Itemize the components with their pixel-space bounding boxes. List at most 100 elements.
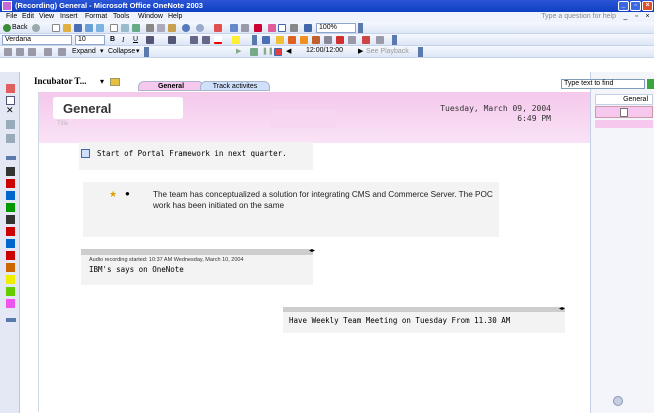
doc-restore-button[interactable]: ▫ — [631, 12, 642, 22]
font-color-icon[interactable] — [214, 36, 222, 44]
forward-arrow-icon[interactable] — [32, 24, 40, 32]
selection-icon[interactable] — [6, 96, 15, 105]
note-text-3[interactable]: IBM's says on OneNote — [89, 265, 184, 274]
back-arrow-icon[interactable] — [3, 24, 11, 32]
note-text-1[interactable]: Start of Portal Framework in next quarte… — [97, 149, 287, 158]
rewind-icon[interactable]: ◀ — [286, 47, 291, 57]
note-container-1[interactable]: Start of Portal Framework in next quarte… — [79, 142, 313, 170]
italic-button[interactable]: I — [122, 35, 124, 45]
pen-active-icon[interactable] — [6, 84, 15, 93]
audio-note-container[interactable]: ◂▸ Audio recording started: 10:37 AM Wed… — [81, 248, 315, 285]
black-pen2-icon[interactable] — [6, 215, 15, 224]
new-page-icon[interactable] — [52, 24, 60, 32]
red-pen3-icon[interactable] — [6, 251, 15, 260]
menu-help[interactable]: Help — [168, 13, 182, 20]
green-pen-icon[interactable] — [6, 203, 15, 212]
page-tab-general[interactable]: General — [595, 94, 653, 105]
play-icon[interactable]: ▶ — [236, 47, 241, 57]
blue-pen2-icon[interactable] — [6, 239, 15, 248]
hide-levels-icon[interactable] — [44, 48, 52, 56]
tab-general[interactable]: General — [138, 81, 204, 91]
ask-question-box[interactable]: Type a question for help — [541, 13, 616, 20]
pen-grip-bottom[interactable] — [6, 318, 16, 322]
decrease-indent-icon[interactable] — [190, 36, 198, 44]
menu-tools[interactable]: Tools — [113, 13, 129, 20]
expand-button[interactable]: Expand — [72, 47, 96, 57]
list-icon[interactable] — [241, 24, 249, 32]
new-page-tab[interactable] — [595, 106, 653, 118]
record-icon[interactable] — [274, 48, 282, 56]
menu-insert[interactable]: Insert — [60, 13, 78, 20]
print-preview-icon[interactable] — [121, 24, 129, 32]
paste-icon[interactable] — [168, 24, 176, 32]
scroll-indicator-icon[interactable] — [613, 396, 623, 406]
subpage-tab[interactable] — [595, 120, 653, 128]
find-tag-icon[interactable] — [230, 24, 238, 32]
open-folder-icon[interactable] — [63, 24, 71, 32]
bold-button[interactable]: B — [110, 35, 115, 45]
underline-button[interactable]: U — [133, 35, 138, 45]
demote-icon[interactable] — [16, 48, 24, 56]
task-checkbox-icon[interactable] — [81, 149, 90, 158]
type-select-icon[interactable] — [304, 24, 312, 32]
expand-dropdown-icon[interactable]: ▾ — [100, 47, 104, 57]
highlighter-icon[interactable] — [268, 24, 276, 32]
page-title[interactable]: General — [53, 97, 183, 119]
back-button-label[interactable]: Back — [12, 23, 28, 33]
format-toolbar-chevron[interactable] — [252, 35, 257, 45]
undo-icon[interactable] — [182, 24, 190, 32]
idea-tag-icon[interactable] — [348, 36, 356, 44]
red-pen-icon[interactable] — [6, 179, 15, 188]
notebook-dropdown-icon[interactable]: ▾ — [100, 77, 104, 86]
menu-file[interactable]: File — [6, 13, 17, 20]
contact-tag-icon[interactable] — [324, 36, 332, 44]
question-tag-icon[interactable] — [288, 36, 296, 44]
definition-tag-icon[interactable] — [312, 36, 320, 44]
doc-close-button[interactable]: × — [642, 12, 653, 22]
eraser-x-icon[interactable]: ✕ — [6, 105, 14, 116]
audio-toolbar-chevron[interactable] — [418, 47, 423, 57]
note-text-2[interactable]: The team has conceptualized a solution f… — [153, 189, 493, 211]
fast-forward-icon[interactable]: ▶ — [358, 47, 363, 57]
text-highlight-icon[interactable] — [232, 36, 240, 44]
menu-edit[interactable]: Edit — [22, 13, 34, 20]
show-levels-icon[interactable] — [58, 48, 66, 56]
menu-format[interactable]: Format — [85, 13, 107, 20]
pen-tool-icon[interactable] — [254, 24, 262, 32]
note4-handle[interactable] — [283, 307, 565, 312]
promote-icon[interactable] — [4, 48, 12, 56]
audio-note-handle[interactable] — [81, 249, 313, 255]
bullets-icon[interactable] — [146, 36, 154, 44]
resize-arrows-icon[interactable]: ◂▸ — [559, 305, 565, 312]
research-icon[interactable] — [96, 24, 104, 32]
note-container-2[interactable]: ★ ● The team has conceptualized a soluti… — [83, 182, 499, 237]
notebook-folder-icon[interactable] — [110, 78, 120, 86]
doc-minimize-button[interactable]: _ — [620, 12, 631, 22]
remember-tag-icon[interactable] — [300, 36, 308, 44]
pink-highlighter-icon[interactable] — [6, 299, 15, 308]
yellow-highlighter-icon[interactable] — [6, 275, 15, 284]
outline-toolbar-chevron[interactable] — [144, 47, 149, 57]
tags-toolbar-chevron[interactable] — [392, 35, 397, 45]
redo-icon[interactable] — [196, 24, 204, 32]
task-icon[interactable] — [262, 36, 270, 44]
close-button[interactable]: × — [642, 1, 653, 11]
minimize-button[interactable]: _ — [618, 1, 629, 11]
page-canvas[interactable]: General Title Tuesday, March 09, 2004 6:… — [38, 92, 591, 412]
copy-icon[interactable] — [157, 24, 165, 32]
toolbar-options-chevron[interactable] — [358, 23, 363, 33]
see-playback-button[interactable]: See Playback — [366, 47, 409, 57]
move-icon[interactable] — [6, 120, 15, 129]
green-highlighter-icon[interactable] — [6, 287, 15, 296]
star-tag-icon[interactable] — [276, 36, 284, 44]
note-flag-icon[interactable] — [214, 24, 222, 32]
find-input[interactable]: Type text to find — [561, 79, 645, 89]
email-icon[interactable] — [85, 24, 93, 32]
move-up-icon[interactable] — [28, 48, 36, 56]
menu-window[interactable]: Window — [138, 13, 163, 20]
orange-pen-icon[interactable] — [6, 263, 15, 272]
font-size-select[interactable]: 10 — [75, 35, 105, 45]
maximize-button[interactable]: ▫ — [630, 1, 641, 11]
selection-tool-icon[interactable] — [278, 24, 286, 32]
blue-pen-icon[interactable] — [6, 191, 15, 200]
